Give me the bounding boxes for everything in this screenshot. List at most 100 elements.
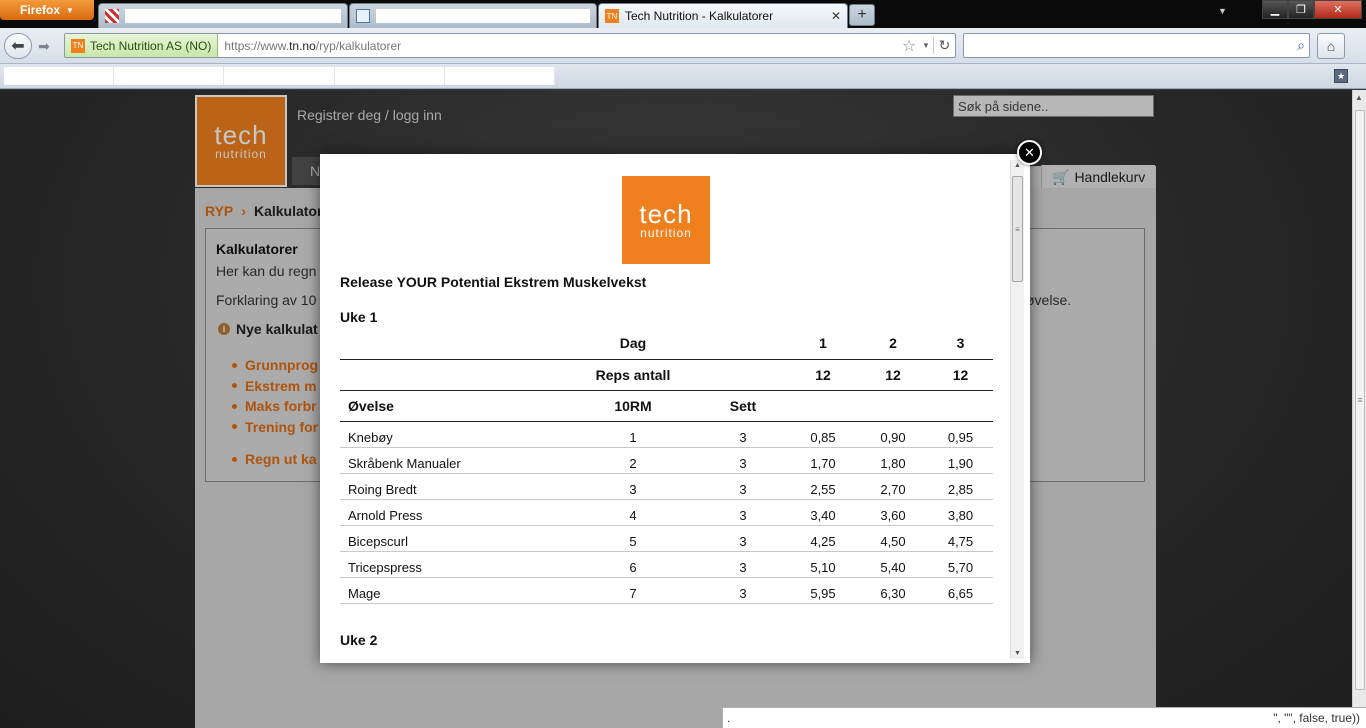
status-left: . [727, 711, 731, 725]
scrollbar-thumb[interactable]: ≡ [1012, 176, 1023, 282]
day-2-value: 0,90 [858, 421, 928, 448]
bookmarks-menu-icon[interactable]: ★ [1334, 69, 1348, 83]
minimize-button[interactable]: ▁ [1262, 0, 1288, 19]
day-3-value: 5,70 [928, 551, 993, 578]
modal-logo: tech nutrition [622, 176, 710, 264]
reps-label: Reps antall [568, 359, 698, 391]
day-3-value: 4,75 [928, 525, 993, 552]
search-icon[interactable]: ⌕ [1297, 37, 1305, 54]
rm-value: 3 [568, 473, 698, 500]
day-1-value: 1,70 [788, 447, 858, 474]
day-1: 1 [788, 328, 858, 360]
url-text[interactable]: https://www.tn.no/ryp/kalkulatorer [218, 39, 899, 53]
day-1-value: 2,55 [788, 473, 858, 500]
bookmark-item[interactable] [114, 67, 225, 85]
scroll-down-icon[interactable]: ▼ [1014, 650, 1021, 657]
scroll-up-icon[interactable]: ▲ [1355, 93, 1363, 102]
program-table: Dag 1 2 3 Reps antall 12 12 12 Øvelse 10… [340, 328, 993, 604]
window-close-button[interactable]: ✕ [1314, 0, 1362, 19]
site-identity-button[interactable]: TN Tech Nutrition AS (NO) [65, 34, 219, 57]
chevron-down-icon: ▼ [66, 5, 74, 15]
rm-value: 5 [568, 525, 698, 552]
back-button[interactable]: ⬅ [4, 33, 32, 59]
identity-label: Tech Nutrition AS (NO) [90, 38, 212, 53]
search-input[interactable] [968, 36, 1298, 55]
page-scrollbar[interactable]: ▲ ≡ ▼ [1352, 90, 1366, 728]
tab-2[interactable] [349, 3, 597, 28]
close-icon: ✕ [1024, 144, 1035, 160]
day-1-value: 3,40 [788, 499, 858, 526]
table-header-row: Øvelse 10RM Sett [340, 390, 993, 422]
table-row-reps: Reps antall 12 12 12 [340, 359, 993, 391]
chevron-down-icon[interactable]: ▼ [919, 41, 933, 50]
modal-scrollbar[interactable]: ▲ ≡ ▼ [1010, 160, 1024, 659]
tab-list-icon[interactable]: ▼ [1218, 6, 1227, 16]
forward-button[interactable]: ➡ [34, 33, 54, 59]
day-2-value: 1,80 [858, 447, 928, 474]
bookmark-item[interactable] [4, 67, 115, 85]
logo-sub: nutrition [640, 226, 692, 240]
tab-1[interactable] [98, 3, 348, 28]
bookmark-item[interactable] [445, 67, 556, 85]
reps-day-3: 12 [928, 359, 993, 391]
tab-title-redacted [376, 9, 590, 23]
star-icon[interactable]: ☆ [899, 36, 919, 56]
rm-value: 2 [568, 447, 698, 474]
firefox-menu-button[interactable]: Firefox ▼ [0, 0, 94, 20]
rm-value: 1 [568, 421, 698, 448]
scrollbar-thumb[interactable]: ≡ [1355, 110, 1365, 690]
exercise-name: Knebøy [340, 421, 568, 448]
sets-value: 3 [698, 525, 788, 552]
stripes-favicon-icon [105, 9, 119, 23]
day-1-value: 0,85 [788, 421, 858, 448]
home-button[interactable]: ⌂ [1317, 33, 1345, 59]
day-2-value: 5,40 [858, 551, 928, 578]
sets-value: 3 [698, 447, 788, 474]
document-favicon-icon [356, 9, 370, 23]
status-right: ", "", false, true)) [1273, 711, 1360, 725]
firefox-menu-label: Firefox [20, 3, 61, 17]
col-sets: Sett [698, 390, 788, 422]
tab-tech-nutrition[interactable]: TN Tech Nutrition - Kalkulatorer ✕ [598, 3, 848, 28]
bookmark-item[interactable] [335, 67, 445, 85]
tn-favicon-icon: TN [605, 9, 619, 23]
program-heading: Release YOUR Potential Ekstrem Muskelvek… [340, 274, 647, 290]
reps-day-2: 12 [858, 359, 928, 391]
table-row: Roing Bredt 3 3 2,55 2,70 2,85 [340, 473, 993, 500]
home-icon: ⌂ [1326, 38, 1336, 54]
day-2-value: 6,30 [858, 577, 928, 604]
day-3-value: 3,80 [928, 499, 993, 526]
url-bar[interactable]: TN Tech Nutrition AS (NO) https://www.tn… [64, 33, 956, 58]
day-label: Dag [568, 328, 698, 360]
table-row: Mage 7 3 5,95 6,30 6,65 [340, 577, 993, 604]
reload-icon[interactable]: ↻ [933, 37, 955, 54]
search-bar[interactable]: ⌕ [963, 33, 1310, 58]
new-tab-button[interactable]: + [849, 4, 875, 26]
reps-day-1: 12 [788, 359, 858, 391]
rm-value: 7 [568, 577, 698, 604]
day-1-value: 5,10 [788, 551, 858, 578]
bookmarks-redacted [4, 67, 556, 85]
day-1-value: 5,95 [788, 577, 858, 604]
tab-close-icon[interactable]: ✕ [831, 9, 841, 23]
modal-content: tech nutrition Release YOUR Potential Ek… [320, 154, 1010, 663]
plus-icon: + [857, 6, 867, 23]
table-row: Tricepspress 6 3 5,10 5,40 5,70 [340, 551, 993, 578]
col-exercise: Øvelse [340, 390, 568, 422]
table-row: Bicepscurl 5 3 4,25 4,50 4,75 [340, 525, 993, 552]
logo-word: tech [639, 199, 693, 229]
scroll-up-icon[interactable]: ▲ [1014, 162, 1021, 169]
modal-close-button[interactable]: ✕ [1017, 140, 1042, 165]
url-path: /ryp/kalkulatorer [315, 38, 402, 53]
rm-value: 6 [568, 551, 698, 578]
program-modal: tech nutrition Release YOUR Potential Ek… [320, 154, 1030, 663]
maximize-button[interactable]: ❐ [1288, 0, 1314, 19]
arrow-left-icon: ⬅ [11, 38, 25, 55]
sets-value: 3 [698, 421, 788, 448]
sets-value: 3 [698, 577, 788, 604]
arrow-right-icon: ➡ [38, 37, 50, 54]
sets-value: 3 [698, 551, 788, 578]
tn-favicon-icon: TN [71, 38, 85, 53]
day-2-value: 2,70 [858, 473, 928, 500]
bookmark-item[interactable] [224, 67, 335, 85]
